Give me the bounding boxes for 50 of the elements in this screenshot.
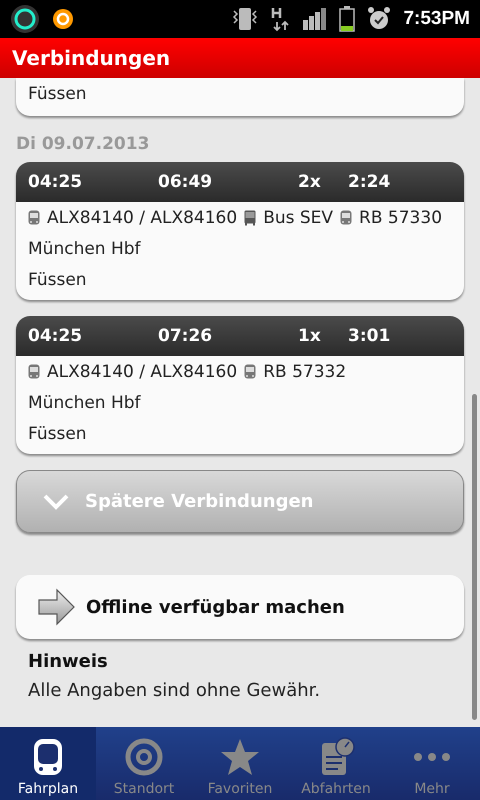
departure-time: 04:25 <box>28 172 84 192</box>
arrow-right-icon <box>38 588 76 626</box>
data-transfer-icon <box>271 6 292 32</box>
connection-card[interactable]: 04:25 06:49 2x 2:24 ALX84140 / ALX84160 Bus SEV RB 57330 München Hbf Füssen <box>16 162 464 300</box>
line-name: Bus SEV <box>263 208 334 228</box>
origin-text: München Hbf <box>28 393 142 413</box>
notice-heading: Hinweis <box>27 651 109 672</box>
nav-tab[interactable]: Fahrplan <box>0 727 96 800</box>
nav-tab[interactable]: Abfahrten <box>288 727 384 800</box>
changes-count: 2x <box>298 172 322 192</box>
alarm-clock-icon <box>367 6 392 32</box>
date-heading: Di 09.07.2013 <box>16 133 150 156</box>
scrollbar[interactable] <box>472 394 477 720</box>
train-icon <box>244 364 256 380</box>
signal-icon <box>303 8 328 30</box>
target-icon <box>124 737 164 777</box>
offline-button[interactable]: Offline verfügbar machen <box>16 575 464 639</box>
arrival-time: 06:49 <box>158 172 214 192</box>
destination-text: Füssen <box>28 424 88 444</box>
train-icon <box>28 364 40 380</box>
notice-text: Alle Angaben sind ohne Gewähr. <box>27 679 322 701</box>
line-name: ALX84140 / ALX84160 <box>47 362 238 382</box>
departure-time: 04:25 <box>28 326 84 346</box>
line-name: RB 57330 <box>359 208 442 228</box>
battery-icon <box>339 6 356 32</box>
train-icon <box>28 210 40 226</box>
chevron-down-icon <box>43 494 69 510</box>
train-icon <box>340 210 352 226</box>
nav-tab[interactable]: Standort <box>96 727 192 800</box>
changes-count: 1x <box>298 326 322 346</box>
line-name: ALX84140 / ALX84160 <box>47 208 238 228</box>
bus-icon <box>244 210 256 226</box>
destination-text: Füssen <box>28 270 88 290</box>
more-icon <box>412 752 452 762</box>
duration: 3:01 <box>348 326 390 346</box>
star-icon <box>220 737 260 777</box>
connection-card[interactable]: 04:25 07:26 1x 3:01 ALX84140 / ALX84160 RB 57332 München Hbf Füssen <box>16 316 464 454</box>
app-circle-icon <box>52 8 74 30</box>
nav-tab[interactable]: Favoriten <box>192 727 288 800</box>
destination-text: Füssen <box>28 84 87 104</box>
app-ring-icon <box>10 4 40 34</box>
duration: 2:24 <box>348 172 390 192</box>
nav-tab[interactable]: Mehr <box>384 727 480 800</box>
line-name: RB 57332 <box>263 362 346 382</box>
origin-text: München Hbf <box>28 239 142 259</box>
connection-card[interactable]: Füssen <box>16 78 464 116</box>
arrival-time: 07:26 <box>158 326 214 346</box>
screen-title: Verbindungen <box>12 46 170 70</box>
clock-time: 7:53PM <box>403 8 470 30</box>
vibrate-icon <box>231 6 260 32</box>
